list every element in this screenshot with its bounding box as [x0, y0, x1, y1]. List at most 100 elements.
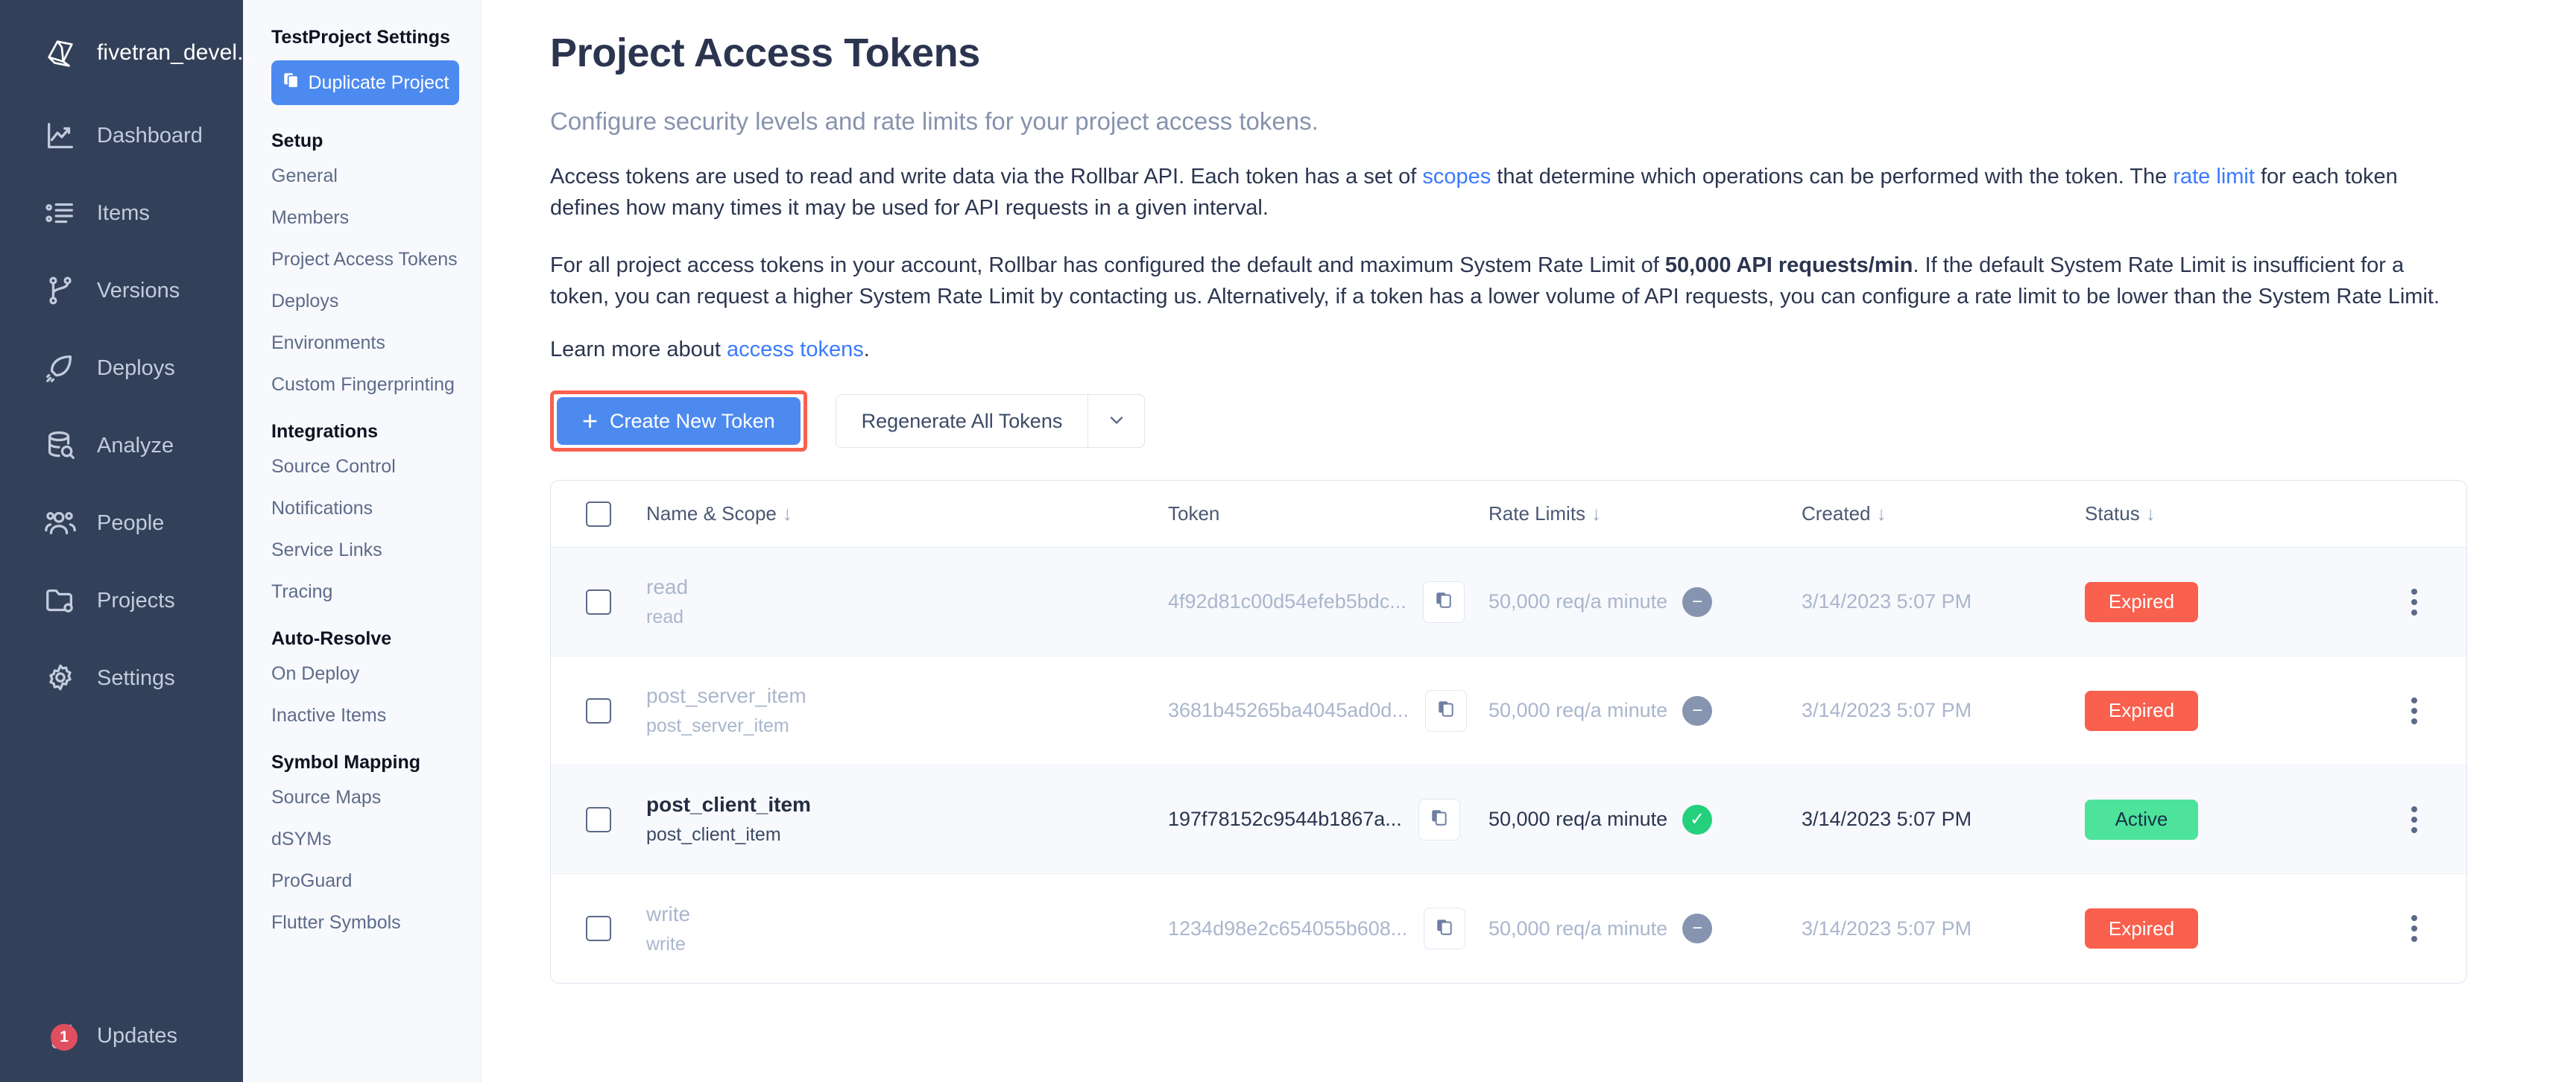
column-header-name-scope[interactable]: Name & Scope ↓	[646, 502, 1168, 525]
row-created-cell: 3/14/2023 5:07 PM	[1802, 808, 2085, 831]
sidebar-item-label: Versions	[97, 278, 180, 303]
row-select-cell	[551, 916, 646, 942]
create-new-token-button[interactable]: + Create New Token	[557, 397, 801, 446]
learn-more-prefix: Learn more about	[550, 338, 727, 362]
kebab-menu-icon[interactable]	[2404, 908, 2425, 949]
access-tokens-link[interactable]: access tokens	[727, 338, 864, 361]
settings-link-general[interactable]: General	[271, 165, 481, 187]
copy-token-button[interactable]	[1424, 908, 1466, 950]
column-label: Token	[1168, 502, 1220, 525]
copy-icon	[1435, 917, 1454, 940]
settings-link-tracing[interactable]: Tracing	[271, 581, 481, 603]
regenerate-split-button: Regenerate All Tokens	[835, 394, 1146, 449]
row-status-cell: Expired	[2085, 908, 2331, 949]
sidebar-item-dashboard[interactable]: Dashboard	[0, 97, 243, 174]
settings-link-on-deploy[interactable]: On Deploy	[271, 663, 481, 685]
row-select-cell	[551, 697, 646, 724]
sidebar-item-people[interactable]: People	[0, 484, 243, 562]
settings-link-source-maps[interactable]: Source Maps	[271, 787, 481, 809]
column-header-rate-limits[interactable]: Rate Limits ↓	[1489, 502, 1802, 525]
settings-link-notifications[interactable]: Notifications	[271, 498, 481, 519]
token-scope: post_server_item	[646, 715, 789, 737]
copy-token-button[interactable]	[1424, 689, 1467, 732]
kebab-menu-icon[interactable]	[2404, 690, 2425, 732]
sidebar-item-items[interactable]: Items	[0, 174, 243, 252]
settings-link-flutter-symbols[interactable]: Flutter Symbols	[271, 912, 481, 934]
token-value: 1234d98e2c654055b608...	[1168, 917, 1408, 940]
intro-paragraph-1: Access tokens are used to read and write…	[550, 161, 2455, 224]
select-all-checkbox[interactable]	[586, 501, 611, 527]
kebab-menu-icon[interactable]	[2404, 581, 2425, 623]
row-select-cell	[551, 589, 646, 615]
row-rate-cell: 50,000 req/a minute −	[1489, 586, 1802, 617]
settings-link-inactive-items[interactable]: Inactive Items	[271, 705, 481, 727]
sidebar-item-analyze[interactable]: Analyze	[0, 407, 243, 484]
table-row[interactable]: read read 4f92d81c00d54efeb5bdc... 50,00…	[551, 548, 2466, 657]
regenerate-dropdown-toggle[interactable]	[1088, 394, 1146, 449]
rate-limit-disabled-icon: −	[1682, 586, 1713, 617]
token-scope: write	[646, 933, 686, 955]
sidebar-footer: 1 Updates	[0, 1002, 243, 1082]
column-header-token: Token	[1168, 502, 1489, 525]
row-rate-cell: 50,000 req/a minute ✓	[1489, 804, 1802, 835]
sidebar-item-settings[interactable]: Settings	[0, 639, 243, 717]
copy-token-button[interactable]	[1418, 798, 1460, 841]
settings-link-custom-fingerprinting[interactable]: Custom Fingerprinting	[271, 374, 481, 396]
column-header-created[interactable]: Created ↓	[1802, 502, 2085, 525]
created-timestamp: 3/14/2023 5:07 PM	[1802, 699, 1972, 722]
sidebar-item-versions[interactable]: Versions	[0, 252, 243, 329]
arrow-down-icon: ↓	[1876, 502, 1887, 525]
sidebar-item-deploys[interactable]: Deploys	[0, 329, 243, 407]
row-checkbox[interactable]	[586, 697, 611, 724]
regenerate-all-tokens-button[interactable]: Regenerate All Tokens	[835, 394, 1089, 449]
settings-link-source-control[interactable]: Source Control	[271, 456, 481, 478]
gear-icon	[43, 661, 78, 695]
rate-limit-value: 50,000 req/a minute	[1489, 808, 1668, 831]
sidebar-item-label: Items	[97, 200, 150, 225]
row-status-cell: Active	[2085, 799, 2331, 840]
settings-link-environments[interactable]: Environments	[271, 332, 481, 354]
plus-icon: +	[582, 405, 599, 437]
arrow-down-icon: ↓	[782, 502, 792, 525]
settings-link-dsyms[interactable]: dSYMs	[271, 829, 481, 850]
column-label: Name & Scope	[646, 502, 777, 525]
settings-link-proguard[interactable]: ProGuard	[271, 870, 481, 892]
row-created-cell: 3/14/2023 5:07 PM	[1802, 917, 2085, 940]
list-bullet-icon	[43, 196, 78, 230]
primary-sidebar: fivetran_devel... Dashboard Items Versio…	[0, 0, 256, 1082]
row-checkbox[interactable]	[586, 589, 611, 615]
page-title: Project Access Tokens	[550, 31, 980, 75]
copy-icon	[1434, 590, 1453, 613]
settings-group-title: Integrations	[271, 421, 379, 442]
settings-group-auto-resolve: Auto-Resolve On Deploy Inactive Items	[271, 628, 481, 727]
table-row[interactable]: post_server_item post_server_item 3681b4…	[551, 657, 2466, 766]
brand-header[interactable]: fivetran_devel...	[0, 0, 256, 80]
rate-limit-link[interactable]: rate limit	[2173, 165, 2255, 189]
settings-link-deploys[interactable]: Deploys	[271, 291, 481, 312]
sidebar-item-projects[interactable]: Projects	[0, 562, 243, 639]
settings-link-members[interactable]: Members	[271, 207, 481, 229]
scopes-link[interactable]: scopes	[1422, 165, 1491, 189]
system-rate-limit-value: 50,000 API requests/min	[1664, 253, 1913, 277]
status-badge: Expired	[2085, 581, 2198, 622]
settings-link-service-links[interactable]: Service Links	[271, 540, 481, 561]
settings-group-title: Auto-Resolve	[271, 628, 392, 649]
settings-link-project-access-tokens[interactable]: Project Access Tokens	[271, 249, 481, 270]
column-header-status[interactable]: Status ↓	[2085, 502, 2331, 525]
duplicate-project-button[interactable]: Duplicate Project	[271, 60, 459, 105]
sidebar-item-label: Deploys	[97, 355, 175, 380]
status-badge: Expired	[2085, 908, 2198, 949]
sidebar-item-updates[interactable]: 1 Updates	[0, 1002, 243, 1070]
copy-token-button[interactable]	[1422, 580, 1465, 623]
row-checkbox[interactable]	[586, 916, 611, 942]
row-status-cell: Expired	[2085, 581, 2331, 622]
row-name-cell: read read	[646, 575, 1168, 628]
table-row[interactable]: write write 1234d98e2c654055b608... 50,0…	[551, 874, 2466, 984]
kebab-menu-icon[interactable]	[2404, 799, 2425, 841]
table-row[interactable]: post_client_item post_client_item 197f78…	[551, 765, 2466, 875]
row-checkbox[interactable]	[586, 806, 611, 832]
folder-gear-icon	[43, 583, 78, 618]
sidebar-item-label: Projects	[97, 588, 175, 613]
table-header-row: Name & Scope ↓ Token Rate Limits ↓ Created…	[551, 481, 2466, 548]
primary-nav-list: Dashboard Items Versions Deploys Analyze…	[0, 97, 243, 717]
